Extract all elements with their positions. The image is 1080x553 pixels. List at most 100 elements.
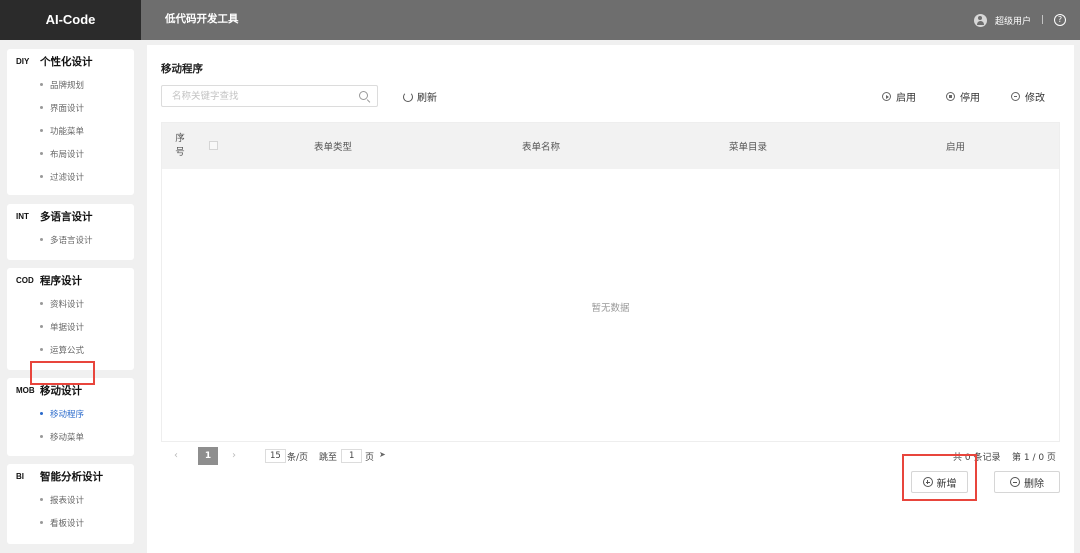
sidebar-group-header[interactable]: BI 智能分析设计: [7, 464, 134, 488]
search-icon[interactable]: [359, 91, 368, 100]
sidebar-item-label: 多语言设计: [50, 235, 93, 246]
bullet-icon: [40, 175, 43, 178]
sidebar-group-mob: MOB 移动设计 移动程序 移动菜单: [7, 378, 134, 456]
sidebar-item-label: 过滤设计: [50, 172, 85, 183]
sidebar-item-dashboard-design[interactable]: 看板设计: [7, 511, 134, 534]
sidebar-item-brand-planning[interactable]: 品牌规划: [7, 73, 134, 96]
prev-page-icon[interactable]: ‹: [174, 450, 178, 461]
bullet-icon: [40, 106, 43, 109]
column-header-enabled[interactable]: 启用: [946, 123, 965, 169]
page-size-select[interactable]: 15: [265, 449, 286, 463]
bullet-icon: [40, 498, 43, 501]
edit-circle-icon: [1011, 92, 1020, 101]
sidebar-item-multilang-design[interactable]: 多语言设计: [7, 228, 134, 251]
sidebar-group-header[interactable]: COD 程序设计: [7, 268, 134, 292]
sidebar-item-label: 布局设计: [50, 149, 85, 160]
sidebar-item-mobile-program[interactable]: 移动程序: [7, 402, 134, 425]
page-title: 移动程序: [161, 63, 203, 75]
refresh-icon: [403, 91, 413, 102]
select-all-checkbox[interactable]: [209, 141, 218, 150]
table-header: 序号 表单类型 表单名称 菜单目录 启用: [162, 123, 1059, 169]
sidebar-item-formula[interactable]: 运算公式: [7, 338, 134, 361]
minus-circle-icon: [1010, 477, 1020, 487]
bullet-icon: [40, 302, 43, 305]
delete-label: 删除: [1024, 478, 1044, 490]
help-icon[interactable]: ?: [1054, 14, 1066, 26]
column-header-seq: 序号: [175, 133, 185, 158]
user-separator: |: [1040, 15, 1044, 25]
sidebar-group-header[interactable]: INT 多语言设计: [7, 204, 134, 228]
bullet-icon: [40, 348, 43, 351]
group-title: 智能分析设计: [40, 470, 103, 483]
jump-page-input[interactable]: 1: [341, 449, 363, 463]
sidebar-group-int: INT 多语言设计 多语言设计: [7, 204, 134, 260]
user-name[interactable]: 超级用户: [995, 14, 1031, 27]
bullet-icon: [40, 152, 43, 155]
user-area: 超级用户 | ?: [973, 0, 1066, 40]
sidebar-group-bi: BI 智能分析设计 报表设计 看板设计: [7, 464, 134, 544]
disable-button[interactable]: 停用: [946, 89, 980, 104]
top-bar: AI-Code 低代码开发工具 超级用户 | ?: [0, 0, 1080, 40]
sidebar-group-header[interactable]: DIY 个性化设计: [7, 49, 134, 73]
group-code: BI: [16, 471, 24, 481]
sidebar-item-function-menu[interactable]: 功能菜单: [7, 119, 134, 142]
sidebar-item-label: 界面设计: [50, 103, 85, 114]
avatar[interactable]: [973, 13, 987, 27]
highlight-box-add-button: [902, 454, 977, 501]
column-header-form-type[interactable]: 表单类型: [314, 123, 352, 169]
enable-button[interactable]: 启用: [882, 89, 916, 104]
edit-button[interactable]: 修改: [1011, 89, 1045, 104]
group-code: INT: [16, 211, 29, 221]
sidebar-item-label: 报表设计: [50, 495, 85, 506]
sidebar-item-label: 移动程序: [50, 409, 85, 420]
send-icon[interactable]: ➤: [379, 450, 386, 459]
column-header-menu-dir[interactable]: 菜单目录: [729, 123, 767, 169]
sidebar-item-report-design[interactable]: 报表设计: [7, 488, 134, 511]
bullet-icon: [40, 238, 43, 241]
search-input[interactable]: [162, 86, 342, 106]
group-title: 个性化设计: [40, 55, 93, 68]
group-title: 程序设计: [40, 274, 82, 287]
sidebar-item-data-design[interactable]: 资料设计: [7, 292, 134, 315]
sidebar-group-diy: DIY 个性化设计 品牌规划 界面设计 功能菜单 布局设计 过滤设计: [7, 49, 134, 195]
refresh-button[interactable]: 刷新: [403, 89, 437, 104]
group-code: MOB: [16, 385, 35, 395]
sidebar-item-layout-design[interactable]: 布局设计: [7, 142, 134, 165]
empty-state-text: 暂无数据: [591, 303, 630, 314]
sidebar: DIY 个性化设计 品牌规划 界面设计 功能菜单 布局设计 过滤设计 INT 多…: [0, 40, 141, 553]
group-code: COD: [16, 275, 34, 285]
group-code: DIY: [16, 56, 30, 66]
sidebar-item-document-design[interactable]: 单据设计: [7, 315, 134, 338]
sidebar-item-label: 品牌规划: [50, 80, 85, 91]
bullet-icon: [40, 435, 43, 438]
app-logo[interactable]: AI-Code: [0, 0, 141, 40]
enable-label: 启用: [896, 93, 916, 104]
data-table: 序号 表单类型 表单名称 菜单目录 启用 暂无数据: [161, 122, 1060, 442]
sidebar-item-filter-design[interactable]: 过滤设计: [7, 165, 134, 188]
sidebar-item-label: 移动菜单: [50, 432, 85, 443]
jump-label: 跳至: [319, 453, 338, 463]
sidebar-item-label: 单据设计: [50, 322, 85, 333]
bullet-icon: [40, 129, 43, 132]
sidebar-item-label: 功能菜单: [50, 126, 85, 137]
next-page-icon[interactable]: ›: [232, 450, 236, 461]
disable-label: 停用: [960, 93, 980, 104]
delete-button[interactable]: 删除: [994, 471, 1060, 493]
column-header-form-name[interactable]: 表单名称: [522, 123, 560, 169]
app-title: 低代码开发工具: [165, 13, 239, 25]
sidebar-item-mobile-menu[interactable]: 移动菜单: [7, 425, 134, 448]
bullet-icon: [40, 83, 43, 86]
play-circle-icon: [882, 92, 891, 101]
sidebar-item-label: 资料设计: [50, 299, 85, 310]
highlight-box-active-menu: [30, 361, 95, 385]
search-box: [161, 85, 378, 107]
page-number-current[interactable]: 1: [198, 447, 218, 465]
jump-unit: 页: [365, 453, 375, 463]
sidebar-item-label: 看板设计: [50, 518, 85, 529]
page-size-unit: 条/页: [287, 453, 309, 463]
sidebar-item-label: 运算公式: [50, 345, 85, 356]
bullet-icon: [40, 521, 43, 524]
sidebar-group-cod: COD 程序设计 资料设计 单据设计 运算公式: [7, 268, 134, 370]
edit-label: 修改: [1025, 93, 1045, 104]
sidebar-item-ui-design[interactable]: 界面设计: [7, 96, 134, 119]
